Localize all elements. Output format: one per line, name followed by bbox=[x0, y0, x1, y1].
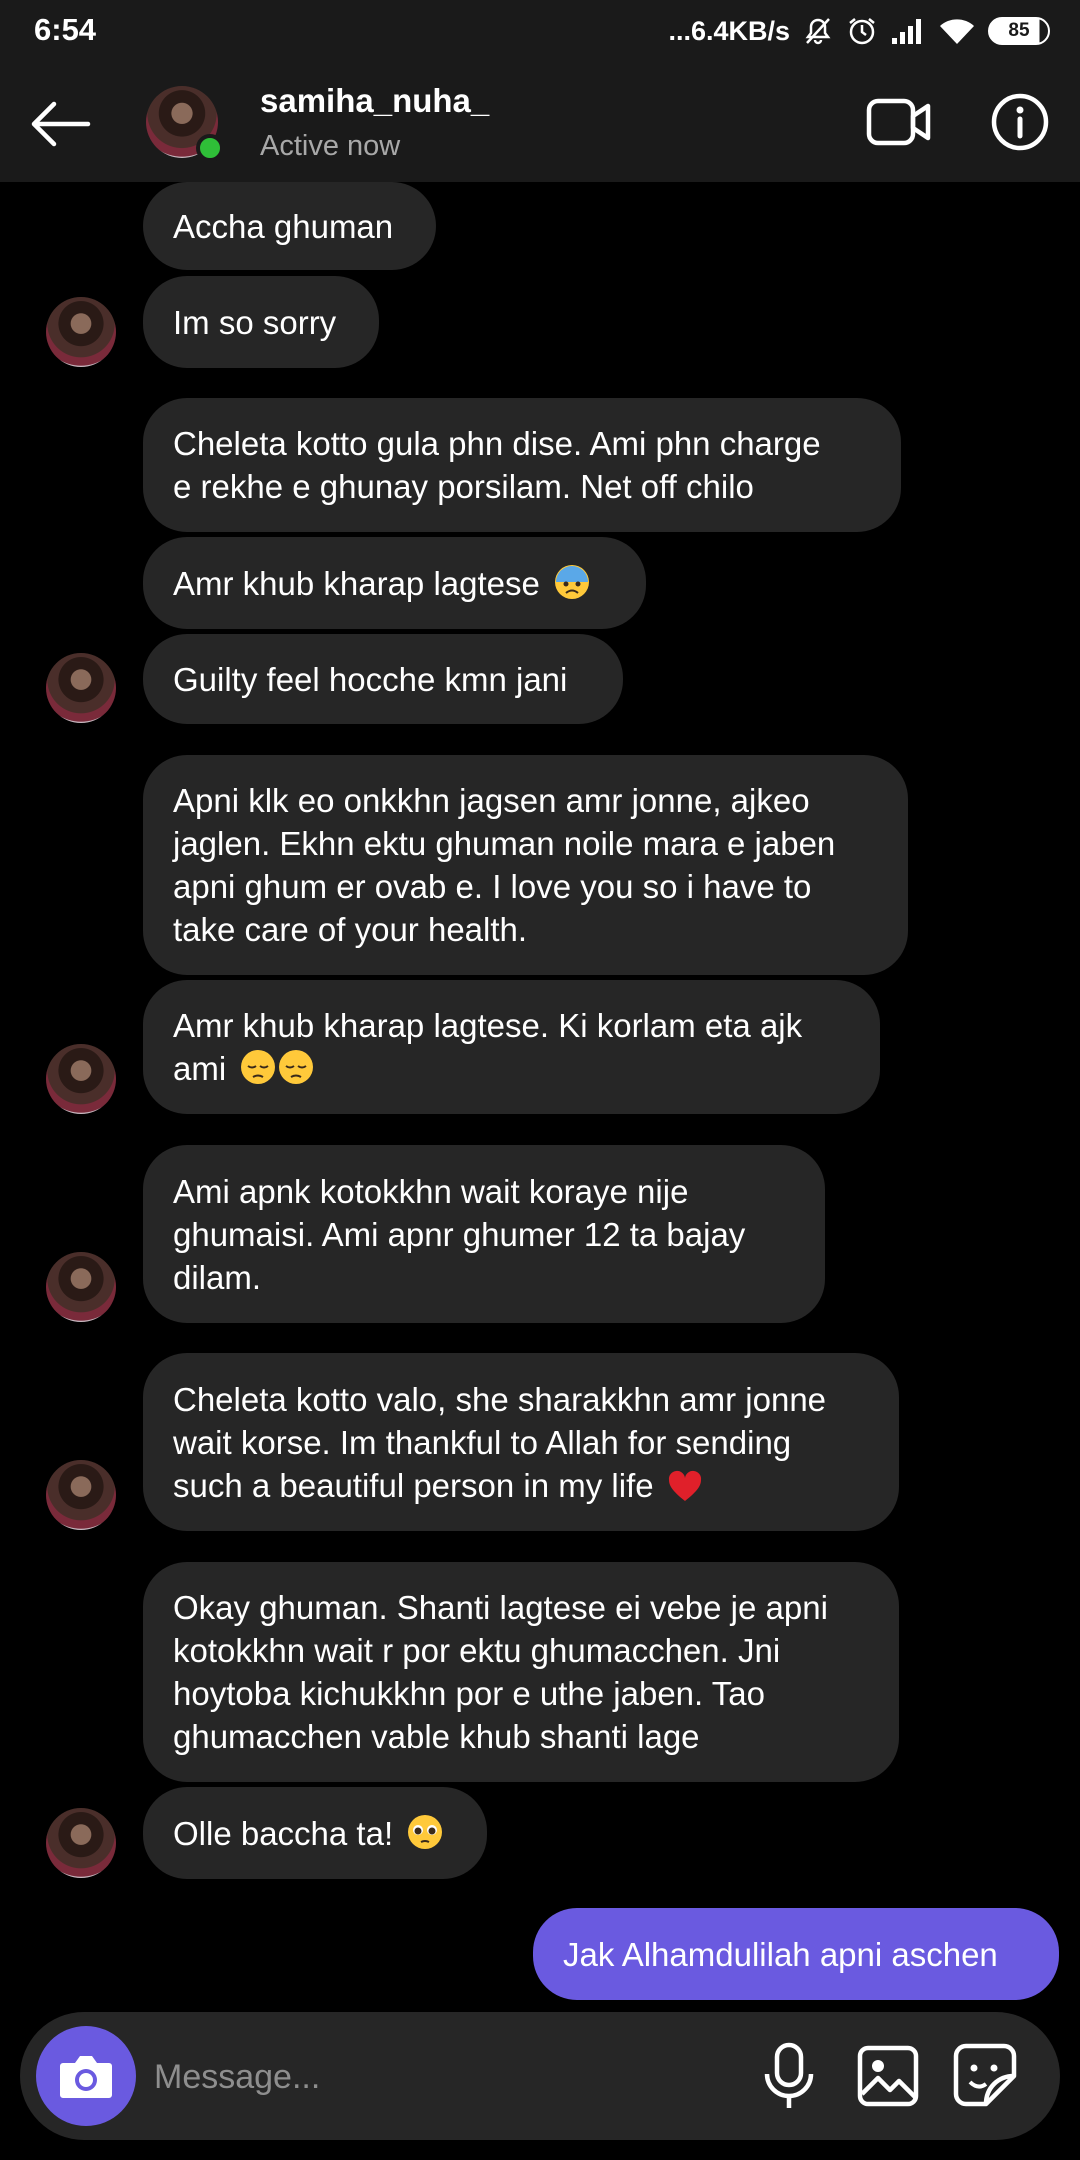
status-bar: 6:54 ...6.4KB/s 85 bbox=[0, 0, 1080, 62]
video-call-icon bbox=[866, 98, 931, 146]
status-icons: ...6.4KB/s 85 bbox=[668, 10, 1050, 52]
message-bubble[interactable]: Ami apnk kotokkhn wait koraye nije ghuma… bbox=[143, 1145, 825, 1323]
message-bubble[interactable]: Cheleta kotto valo, she sharakkhn amr jo… bbox=[143, 1353, 899, 1531]
message-bubble[interactable]: Cheleta kotto gula phn dise. Ami phn cha… bbox=[143, 398, 901, 532]
pensive-face-emoji bbox=[279, 1050, 314, 1084]
wifi-icon bbox=[938, 16, 976, 46]
avatar[interactable] bbox=[46, 1808, 116, 1878]
video-call-button[interactable] bbox=[866, 96, 932, 148]
message-text: wait korse. Im thankful to Allah for sen… bbox=[173, 1423, 792, 1461]
avatar[interactable] bbox=[46, 1252, 116, 1322]
status-time: 6:54 bbox=[34, 12, 97, 47]
message-bubble[interactable]: Accha ghuman bbox=[143, 182, 436, 270]
camera-button[interactable] bbox=[36, 2026, 136, 2126]
avatar[interactable] bbox=[46, 1044, 116, 1114]
sticker-button[interactable] bbox=[952, 2042, 1018, 2108]
message-text: Okay ghuman. Shanti lagtese ei vebe je a… bbox=[173, 1589, 828, 1626]
signal-icon bbox=[890, 16, 926, 46]
avatar[interactable] bbox=[46, 1460, 116, 1530]
message-text: Apni klk eo onkkhn jagsen amr jonne, ajk… bbox=[173, 782, 810, 819]
message-text: jaglen. Ekhn ektu ghuman noile mara e ja… bbox=[173, 825, 836, 862]
message-text: ghumacchen vable khub shanti lage bbox=[173, 1718, 700, 1755]
message-text: ami bbox=[173, 1047, 850, 1090]
sent-message-bubble[interactable]: Jak Alhamdulilah apni aschen bbox=[533, 1908, 1059, 2000]
message-text: such a beautiful person in my life bbox=[173, 1464, 869, 1507]
message-text: Amr khub kharap lagtese bbox=[173, 562, 616, 605]
message-text: Guilty feel hocche kmn jani bbox=[173, 660, 568, 698]
avatar[interactable] bbox=[46, 653, 116, 723]
network-speed: ...6.4KB/s bbox=[668, 15, 790, 46]
pleading-face-emoji bbox=[408, 1814, 443, 1849]
mute-icon bbox=[802, 15, 834, 47]
message-bubble[interactable]: Olle baccha ta! bbox=[143, 1787, 487, 1879]
message-bubble[interactable]: Amr khub kharap lagtese bbox=[143, 537, 646, 629]
message-bubble[interactable]: Okay ghuman. Shanti lagtese ei vebe je a… bbox=[143, 1562, 899, 1782]
message-text: ghumaisi. Ami apnr ghumer 12 ta bajay bbox=[173, 1215, 746, 1253]
message-text: apni ghum er ovab e. I love you so i hav… bbox=[173, 868, 812, 905]
contact-name[interactable]: samiha_nuha_ bbox=[260, 82, 489, 120]
message-text: kotokkhn wait r por ektu ghumacchen. Jni bbox=[173, 1632, 781, 1669]
message-text: Jak Alhamdulilah apni aschen bbox=[563, 1935, 998, 1973]
info-icon bbox=[991, 93, 1049, 151]
message-text: e rekhe e ghunay porsilam. Net off chilo bbox=[173, 468, 754, 505]
gallery-button[interactable] bbox=[856, 2044, 922, 2108]
message-composer bbox=[20, 2012, 1060, 2140]
alarm-icon bbox=[846, 15, 878, 47]
sticker-icon bbox=[953, 2043, 1017, 2107]
gallery-icon bbox=[857, 2045, 919, 2107]
message-text: Cheleta kotto valo, she sharakkhn amr jo… bbox=[173, 1380, 827, 1418]
message-bubble[interactable]: Amr khub kharap lagtese. Ki korlam eta a… bbox=[143, 980, 880, 1114]
message-text: Im so sorry bbox=[173, 303, 337, 341]
message-text: Amr khub kharap lagtese. Ki korlam eta a… bbox=[173, 1007, 803, 1044]
battery-icon: 85 bbox=[988, 17, 1050, 45]
back-button[interactable] bbox=[28, 92, 92, 156]
message-text: hoytoba kichukkhn por e uthe jaben. Tao bbox=[173, 1675, 765, 1712]
message-text: Olle baccha ta! bbox=[173, 1812, 457, 1855]
pensive-face-emoji bbox=[241, 1050, 276, 1084]
message-bubble[interactable]: Apni klk eo onkkhn jagsen amr jonne, ajk… bbox=[143, 755, 908, 975]
chat-header: samiha_nuha_ Active now bbox=[0, 62, 1080, 182]
battery-level: 85 bbox=[1008, 20, 1030, 41]
message-text: Cheleta kotto gula phn dise. Ami phn cha… bbox=[173, 425, 821, 462]
info-button[interactable] bbox=[990, 92, 1050, 152]
anxious-face-emoji bbox=[555, 564, 590, 599]
message-text: Ami apnk kotokkhn wait koraye nije bbox=[173, 1172, 689, 1210]
message-text: Accha ghuman bbox=[173, 207, 394, 245]
online-indicator bbox=[196, 134, 224, 162]
microphone-icon bbox=[764, 2042, 814, 2108]
avatar[interactable] bbox=[46, 297, 116, 367]
camera-icon bbox=[60, 2056, 112, 2098]
red-heart-emoji bbox=[668, 1470, 701, 1501]
message-input[interactable] bbox=[152, 2046, 716, 2108]
message-text: dilam. bbox=[173, 1258, 262, 1296]
message-bubble[interactable]: Guilty feel hocche kmn jani bbox=[143, 634, 623, 724]
message-bubble[interactable]: Im so sorry bbox=[143, 276, 379, 368]
header-avatar[interactable] bbox=[146, 86, 224, 162]
back-arrow-icon bbox=[31, 101, 91, 147]
voice-message-button[interactable] bbox=[756, 2042, 822, 2110]
active-status: Active now bbox=[260, 130, 401, 162]
message-text: take care of your health. bbox=[173, 911, 528, 948]
